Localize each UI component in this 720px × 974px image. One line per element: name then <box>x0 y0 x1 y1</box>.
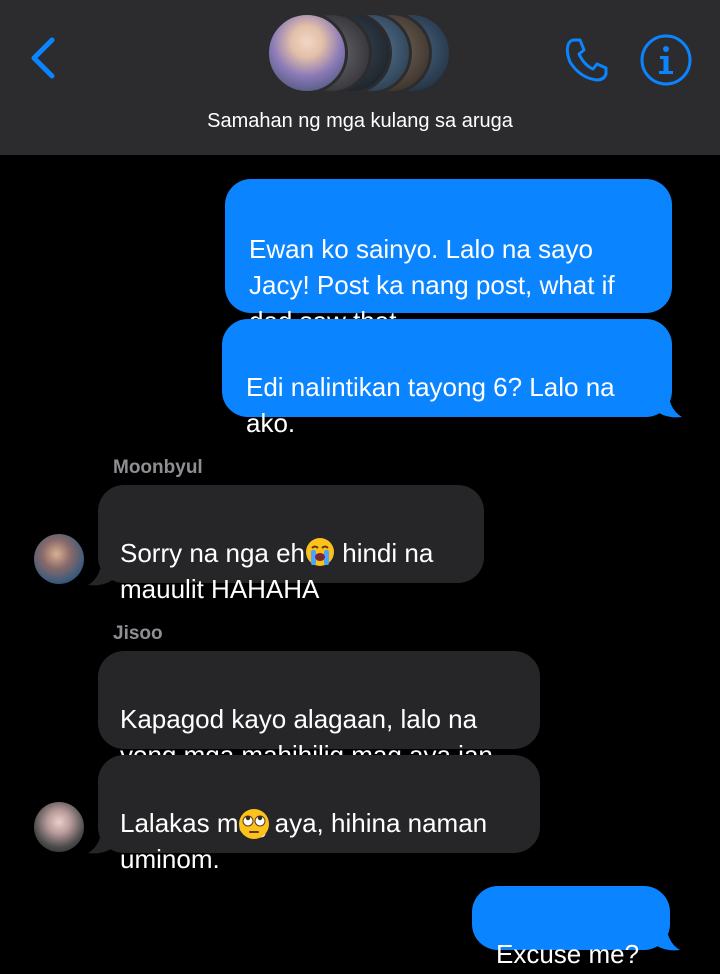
phone-icon <box>565 38 608 82</box>
avatar[interactable] <box>34 802 84 852</box>
group-member-avatar <box>266 12 348 94</box>
message-text: Excuse me? <box>496 939 640 969</box>
group-name[interactable]: Samahan ng mga kulang sa aruga <box>0 110 720 133</box>
sender-name: Jisoo <box>113 623 163 644</box>
bubble-tail <box>88 823 116 854</box>
message-text: Edi nalintikan tayong 6? Lalo na ako. <box>246 372 615 438</box>
outgoing-message-bubble[interactable]: Edi nalintikan tayong 6? Lalo na ako. <box>222 319 672 438</box>
group-avatar-stack[interactable] <box>266 8 456 100</box>
chat-header: Samahan ng mga kulang sa aruga <box>0 0 720 155</box>
outgoing-message-bubble[interactable]: Ewan ko sainyo. Lalo na sayo Jacy! Post … <box>225 179 672 336</box>
info-icon <box>640 34 692 86</box>
message-text: Lalakas mag aya, hihina naman uminom. <box>120 808 488 874</box>
incoming-message-bubble[interactable]: Sorry na nga eh hindi na mauulit HAHAHA <box>98 485 484 604</box>
bubble-tail <box>652 920 680 951</box>
bubble-tail <box>88 555 116 586</box>
loudly-crying-face-icon <box>306 538 335 566</box>
outgoing-message-bubble[interactable]: Excuse me? <box>472 886 670 969</box>
message-thread[interactable]: Ewan ko sainyo. Lalo na sayo Jacy! Post … <box>0 155 720 974</box>
eye-roll-face-icon <box>239 809 269 839</box>
chevron-left-icon <box>31 37 55 79</box>
back-button[interactable] <box>26 36 62 80</box>
sender-name: Moonbyul <box>113 457 203 478</box>
call-button[interactable] <box>560 34 612 86</box>
message-text: Sorry na nga eh <box>120 538 306 568</box>
incoming-message-bubble[interactable]: Kapagod kayo alagaan, lalo na yong mga m… <box>98 651 540 770</box>
incoming-message-bubble[interactable]: Lalakas mag aya, hihina naman uminom. <box>98 755 540 874</box>
info-button[interactable] <box>638 32 694 88</box>
bubble-tail <box>654 387 682 418</box>
avatar[interactable] <box>34 534 84 584</box>
